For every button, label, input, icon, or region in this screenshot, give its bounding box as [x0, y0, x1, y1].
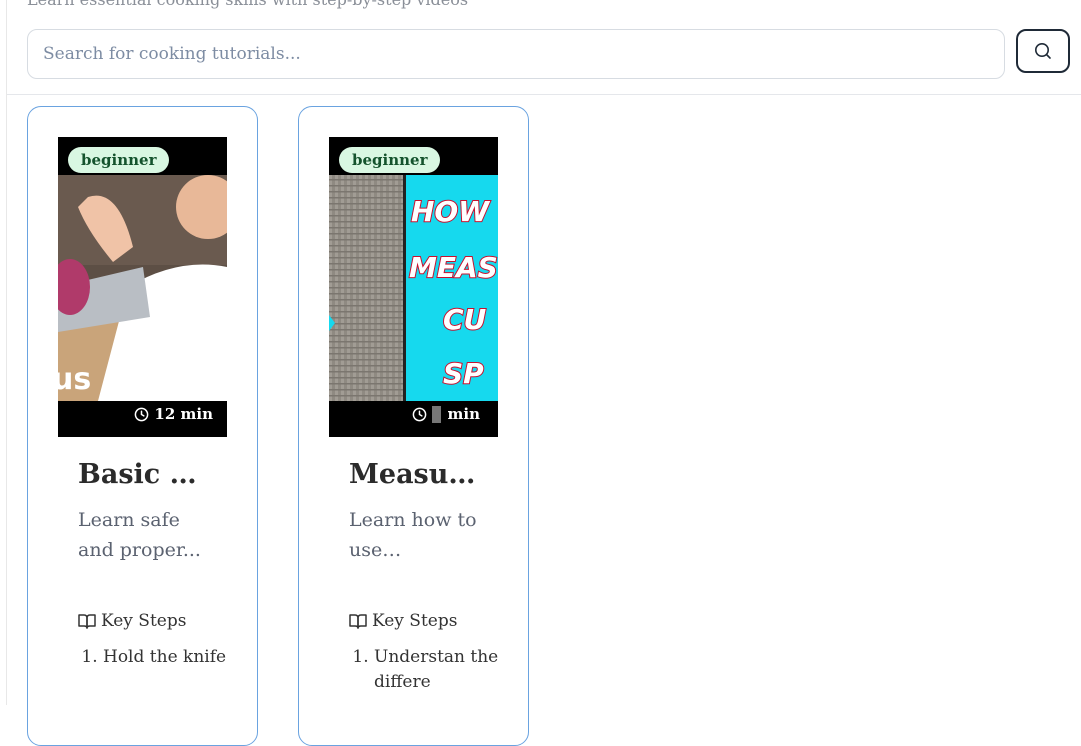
video-thumbnail[interactable]: us beginner 12 min [58, 137, 227, 437]
thumbnail-text-line: MEAS [409, 251, 498, 284]
page-subtitle: Learn essential cooking skills with step… [27, 0, 468, 9]
step-item: Hold the knife [103, 645, 235, 670]
card-description: Learn safe and proper... [78, 509, 201, 561]
duration-text: 12 min [154, 405, 213, 423]
steps-list: Understan the differe [349, 645, 506, 695]
video-thumbnail[interactable]: HOW MEAS CU SP beginner min [329, 137, 498, 437]
duration-label: min [412, 405, 480, 423]
thumbnail-text: us [58, 362, 91, 397]
left-divider [6, 0, 7, 705]
clock-icon [135, 407, 149, 421]
steps-list: Hold the knife [78, 645, 235, 670]
book-open-icon [349, 614, 367, 629]
key-steps-heading: Key Steps [78, 611, 186, 631]
card-description: Learn how to use various... [349, 509, 477, 561]
search-input[interactable] [27, 29, 1005, 79]
text-cursor-highlight [431, 405, 441, 423]
search-button[interactable] [1016, 29, 1070, 73]
duration-text: min [447, 405, 480, 423]
search-icon [1035, 43, 1051, 59]
tutorial-card-knife[interactable]: us beginner 12 min Basic K... Learn safe… [27, 106, 258, 746]
header-divider [7, 94, 1081, 95]
difficulty-badge: beginner [339, 147, 441, 173]
thumbnail-text-line: SP [443, 357, 484, 390]
card-title: Basic K... [78, 459, 206, 490]
key-steps-heading: Key Steps [349, 611, 457, 631]
difficulty-badge: beginner [68, 147, 170, 173]
book-open-icon [78, 614, 96, 629]
thumbnail-image: us [58, 175, 227, 401]
duration-label: 12 min [134, 405, 213, 423]
key-steps-label: Key Steps [101, 611, 187, 631]
thumbnail-image: HOW MEAS CU SP [329, 175, 498, 401]
clock-icon [412, 407, 426, 421]
step-item: Understan the differe [374, 645, 506, 695]
key-steps-label: Key Steps [372, 611, 458, 631]
tutorial-card-measuring[interactable]: HOW MEAS CU SP beginner min Measur... Le… [298, 106, 529, 746]
thumbnail-text-line: HOW [411, 195, 490, 228]
thumbnail-text-line: CU [443, 303, 487, 336]
card-title: Measur... [349, 459, 477, 490]
